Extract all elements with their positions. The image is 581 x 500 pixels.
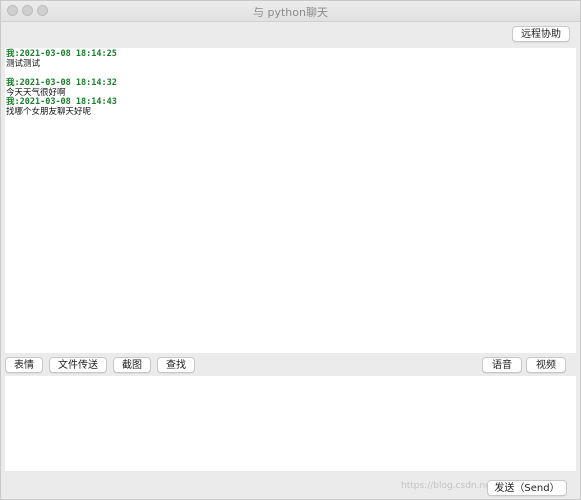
chat-history[interactable]: 我:2021-03-08 18:14:25 测试测试 我:2021-03-08 … xyxy=(5,48,576,353)
window-title: 与 python聊天 xyxy=(253,6,328,19)
video-button[interactable]: 视频 xyxy=(526,357,566,373)
remote-assist-button[interactable]: 远程协助 xyxy=(512,26,570,42)
message-input[interactable] xyxy=(5,376,576,471)
screenshot-button[interactable]: 截图 xyxy=(113,357,151,373)
chat-window: 与 python聊天 远程协助 我:2021-03-08 18:14:25 测试… xyxy=(0,0,581,500)
send-button[interactable]: 发送（Send） xyxy=(487,480,567,496)
find-button[interactable]: 查找 xyxy=(157,357,195,373)
message-body: 测试测试 xyxy=(6,59,41,69)
message-body: 找哪个女朋友聊天好呢 xyxy=(6,107,92,117)
title-bar: 与 python聊天 xyxy=(1,1,580,22)
message-header: 我:2021-03-08 18:14:43 xyxy=(6,97,117,107)
message-header: 我:2021-03-08 18:14:25 xyxy=(6,49,117,59)
message-header: 我:2021-03-08 18:14:32 xyxy=(6,78,117,88)
emoji-button[interactable]: 表情 xyxy=(5,357,43,373)
voice-button[interactable]: 语音 xyxy=(482,357,522,373)
file-transfer-button[interactable]: 文件传送 xyxy=(49,357,107,373)
